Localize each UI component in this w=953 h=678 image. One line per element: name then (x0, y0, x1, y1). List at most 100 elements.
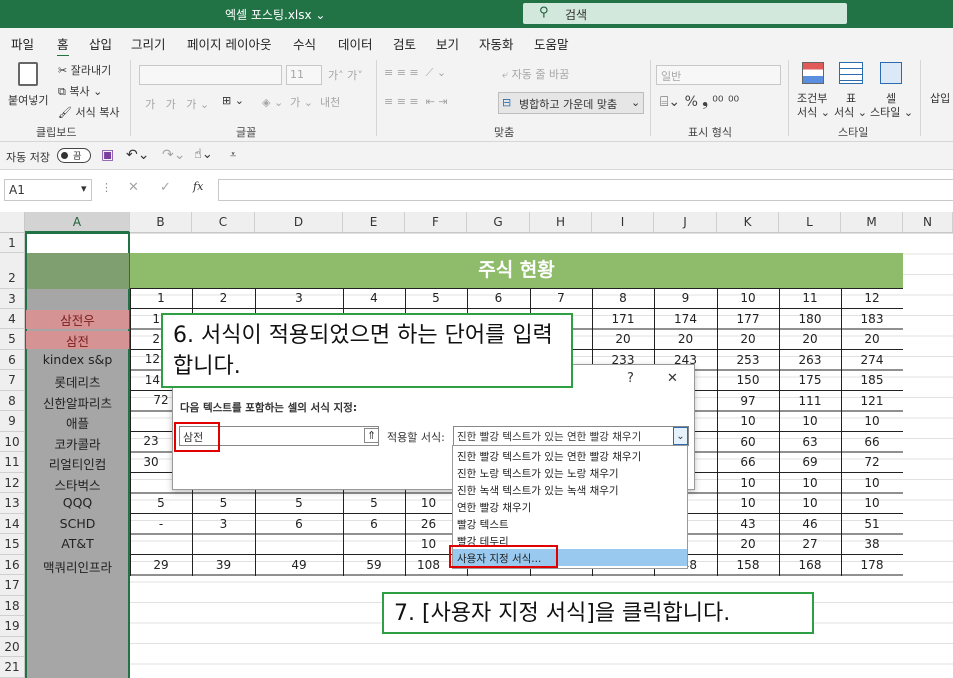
label-cell[interactable]: 롯데리츠 (26, 372, 129, 391)
row-header[interactable]: 9 (0, 411, 25, 432)
conditional-format-button[interactable]: 조건부 서식 ⌄ (795, 62, 831, 119)
cell-f13[interactable]: 10 (405, 496, 452, 510)
cell-m5[interactable]: 20 (841, 332, 903, 346)
label-cell[interactable]: 스타벅스 (26, 475, 129, 494)
save-icon[interactable]: ▣ (101, 147, 114, 163)
merge-center-button[interactable]: ⊟ 병합하고 가운데 맞춤 ⌄ (498, 92, 644, 114)
resize-handle-icon[interactable]: ⋮ (101, 181, 112, 194)
cell-styles-button[interactable]: 셀 스타일 ⌄ (868, 62, 914, 119)
close-icon[interactable]: ✕ (667, 371, 678, 386)
cell-k12[interactable]: 10 (717, 476, 779, 490)
column-header-c[interactable]: C (192, 212, 255, 233)
row-header[interactable]: 1 (0, 233, 25, 253)
cell-k4[interactable]: 177 (717, 312, 779, 326)
cell-m7[interactable]: 185 (841, 373, 903, 387)
row-header[interactable]: 13 (0, 493, 25, 514)
column-header-b[interactable]: B (130, 212, 192, 233)
cell-l4[interactable]: 180 (779, 312, 841, 326)
column-header-e[interactable]: E (343, 212, 405, 233)
cell-l5[interactable]: 20 (779, 332, 841, 346)
label-cell[interactable]: SCHD (26, 516, 129, 531)
row-header[interactable]: 6 (0, 350, 25, 370)
cell-b16[interactable]: 29 (130, 558, 192, 572)
column-header-d[interactable]: D (255, 212, 343, 233)
column-header-k[interactable]: K (717, 212, 779, 233)
header-num[interactable]: 2 (192, 291, 255, 305)
cell-m4[interactable]: 183 (841, 312, 903, 326)
cut-button[interactable]: ✂ 잘라내기 (58, 62, 111, 78)
header-num[interactable]: 4 (343, 291, 405, 305)
redo-icon[interactable]: ↷⌄ (162, 147, 185, 163)
insert-function-icon[interactable]: fx (193, 180, 203, 193)
menu-insert[interactable]: 삽입 (89, 34, 112, 53)
cell-d13[interactable]: 5 (255, 496, 343, 510)
cell-l8[interactable]: 111 (779, 394, 841, 408)
fill-color-icon[interactable]: ◈ ⌄ 가 ⌄ 내천 (262, 94, 340, 110)
cell-c13[interactable]: 5 (192, 496, 255, 510)
select-all-corner[interactable] (0, 212, 25, 233)
cell-m8[interactable]: 121 (841, 394, 903, 408)
column-header-j[interactable]: J (654, 212, 717, 233)
column-header-g[interactable]: G (467, 212, 530, 233)
row-header[interactable]: 16 (0, 555, 25, 575)
cell-d16[interactable]: 49 (255, 558, 343, 572)
cell-b10[interactable]: 23 (130, 434, 172, 448)
menu-page-layout[interactable]: 페이지 레이아웃 (187, 34, 271, 53)
row-header[interactable]: 12 (0, 473, 25, 493)
range-select-icon[interactable]: ⇑ (364, 428, 380, 443)
formula-input[interactable] (218, 179, 953, 201)
cell-c16[interactable]: 39 (192, 558, 255, 572)
cell-c14[interactable]: 3 (192, 517, 255, 531)
enter-icon[interactable]: ✓ (160, 180, 171, 195)
font-name-select[interactable] (139, 65, 282, 85)
column-header-f[interactable]: F (405, 212, 467, 233)
cell-k13[interactable]: 10 (717, 496, 779, 510)
cell-i5[interactable]: 20 (592, 332, 654, 346)
cell-k8[interactable]: 97 (717, 394, 779, 408)
cell-m16[interactable]: 178 (841, 558, 903, 572)
file-name[interactable]: 엑셀 포스팅.xlsx ⌄ (225, 6, 326, 23)
row-header[interactable]: 17 (0, 575, 25, 596)
cell-l9[interactable]: 10 (779, 414, 841, 428)
label-cell[interactable]: AT&T (26, 536, 129, 551)
cell-b4[interactable]: 1 (130, 312, 160, 326)
name-box[interactable]: A1 ▾ (4, 179, 92, 201)
dropdown-option[interactable]: 진한 빨강 텍스트가 있는 연한 빨강 채우기 (457, 449, 641, 464)
currency-icon[interactable]: ⌸⌄ % ❟ ⁰⁰ ⁰⁰ (660, 94, 739, 110)
cell-f16[interactable]: 108 (405, 558, 452, 572)
chevron-down-icon[interactable]: ⌄ (673, 427, 688, 445)
label-cell[interactable]: 애플 (26, 413, 129, 432)
copy-button[interactable]: ⧉ 복사 ⌄ (58, 83, 102, 99)
cell-k15[interactable]: 20 (717, 537, 779, 551)
help-button[interactable]: ? (627, 371, 634, 386)
cell-l11[interactable]: 69 (779, 455, 841, 469)
cell-f15[interactable]: 10 (405, 537, 452, 551)
row-header[interactable]: 14 (0, 514, 25, 534)
row-header[interactable]: 4 (0, 309, 25, 329)
cell-m13[interactable]: 10 (841, 496, 903, 510)
cell-k14[interactable]: 43 (717, 517, 779, 531)
cell-k5[interactable]: 20 (717, 332, 779, 346)
header-num[interactable]: 3 (255, 291, 343, 305)
row-header[interactable]: 8 (0, 391, 25, 411)
cell-b14[interactable]: - (130, 517, 192, 531)
menu-data[interactable]: 데이터 (338, 34, 373, 53)
header-num[interactable]: 9 (654, 291, 717, 305)
row-header[interactable]: 18 (0, 596, 25, 616)
column-header-m[interactable]: M (841, 212, 903, 233)
cell-j4[interactable]: 174 (654, 312, 717, 326)
row-header[interactable]: 21 (0, 657, 25, 678)
number-format-select[interactable]: 일반 (656, 65, 781, 85)
font-grow-icon[interactable]: 가˄ 가˅ (328, 67, 363, 83)
paste-button[interactable]: 붙여넣기 (8, 60, 48, 116)
cell-m6[interactable]: 274 (841, 353, 903, 367)
row-header[interactable]: 19 (0, 616, 25, 637)
cell-b6[interactable]: 12 (130, 352, 160, 366)
font-size-select[interactable]: 11 (286, 65, 322, 85)
header-num[interactable]: 12 (841, 291, 903, 305)
customize-qat-icon[interactable]: ⩡ (230, 148, 236, 162)
cell-b13[interactable]: 5 (130, 496, 192, 510)
row-header[interactable]: 7 (0, 370, 25, 391)
menu-review[interactable]: 검토 (393, 34, 416, 53)
row-header[interactable]: 5 (0, 329, 25, 350)
